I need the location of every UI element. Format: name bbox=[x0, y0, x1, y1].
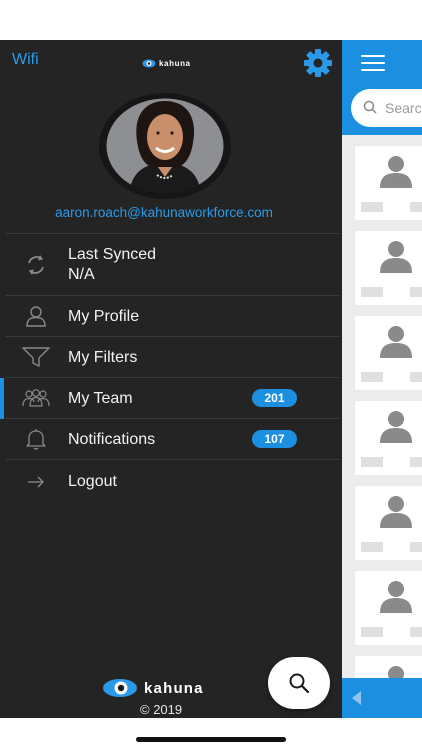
app-screen: Search bbox=[0, 0, 422, 750]
team-card-list bbox=[355, 146, 422, 718]
person-placeholder-icon bbox=[380, 156, 412, 188]
menu-item-my-filters[interactable]: My Filters bbox=[6, 336, 340, 377]
kahuna-eye-icon bbox=[103, 679, 137, 697]
search-fab-button[interactable] bbox=[268, 657, 330, 709]
avatar[interactable] bbox=[99, 93, 231, 199]
team-card[interactable] bbox=[355, 486, 422, 560]
menu-item-my-team[interactable]: My Team 201 bbox=[0, 377, 340, 419]
person-placeholder-icon bbox=[380, 411, 412, 443]
background-app-header: Search bbox=[342, 40, 422, 135]
menu-item-notifications[interactable]: Notifications 107 bbox=[6, 418, 340, 459]
drawer-menu: Last Synced N/A My Profile My Filters My… bbox=[0, 233, 342, 500]
person-placeholder-icon bbox=[380, 496, 412, 528]
kahuna-wordmark: kahuna bbox=[144, 679, 204, 697]
last-synced-value: N/A bbox=[68, 266, 95, 283]
team-card[interactable] bbox=[355, 401, 422, 475]
menu-item-logout[interactable]: Logout bbox=[6, 459, 340, 500]
team-icon bbox=[22, 384, 50, 412]
filter-icon bbox=[22, 343, 50, 371]
last-synced-label: Last Synced bbox=[68, 246, 157, 263]
notifications-label: Notifications bbox=[68, 431, 156, 448]
bell-icon bbox=[22, 425, 50, 453]
active-indicator bbox=[0, 378, 4, 419]
search-icon bbox=[289, 673, 310, 694]
background-app-footer bbox=[342, 678, 422, 718]
my-team-label: My Team bbox=[68, 390, 133, 407]
my-profile-label: My Profile bbox=[68, 308, 140, 325]
person-placeholder-icon bbox=[380, 326, 412, 358]
kahuna-logo-footer: kahuna bbox=[102, 678, 204, 698]
person-placeholder-icon bbox=[380, 241, 412, 273]
user-email: aaron.roach@kahunaworkforce.com bbox=[55, 205, 273, 220]
team-card[interactable] bbox=[355, 146, 422, 220]
team-card[interactable] bbox=[355, 316, 422, 390]
kahuna-eye-icon bbox=[142, 59, 156, 67]
back-arrow-icon[interactable] bbox=[352, 691, 361, 705]
gear-icon[interactable] bbox=[302, 47, 334, 79]
wifi-status-label: Wifi bbox=[12, 51, 39, 68]
logout-label: Logout bbox=[68, 473, 117, 490]
menu-item-my-profile[interactable]: My Profile bbox=[6, 295, 340, 336]
hamburger-menu-icon[interactable] bbox=[361, 55, 385, 71]
menu-item-last-synced[interactable]: Last Synced N/A bbox=[6, 233, 340, 295]
user-icon bbox=[22, 302, 50, 330]
team-card[interactable] bbox=[355, 571, 422, 645]
sync-icon bbox=[22, 251, 50, 279]
copyright-text: © 2019 bbox=[140, 702, 183, 717]
background-app-panel[interactable]: Search bbox=[342, 40, 422, 718]
team-count-badge: 201 bbox=[252, 389, 297, 407]
background-search-field[interactable]: Search bbox=[351, 89, 422, 127]
side-drawer: Wifi kahuna aaron.roach@kahunaworkforce.… bbox=[0, 40, 342, 718]
notifications-count-badge: 107 bbox=[252, 430, 297, 448]
profile-photo bbox=[103, 95, 227, 197]
search-icon bbox=[363, 100, 377, 114]
kahuna-wordmark: kahuna bbox=[159, 58, 191, 68]
person-placeholder-icon bbox=[380, 581, 412, 613]
my-filters-label: My Filters bbox=[68, 349, 138, 366]
arrow-right-icon bbox=[22, 468, 50, 496]
home-indicator[interactable] bbox=[136, 737, 286, 742]
search-placeholder: Search bbox=[385, 100, 422, 116]
team-card[interactable] bbox=[355, 231, 422, 305]
kahuna-logo-small: kahuna bbox=[142, 56, 191, 70]
